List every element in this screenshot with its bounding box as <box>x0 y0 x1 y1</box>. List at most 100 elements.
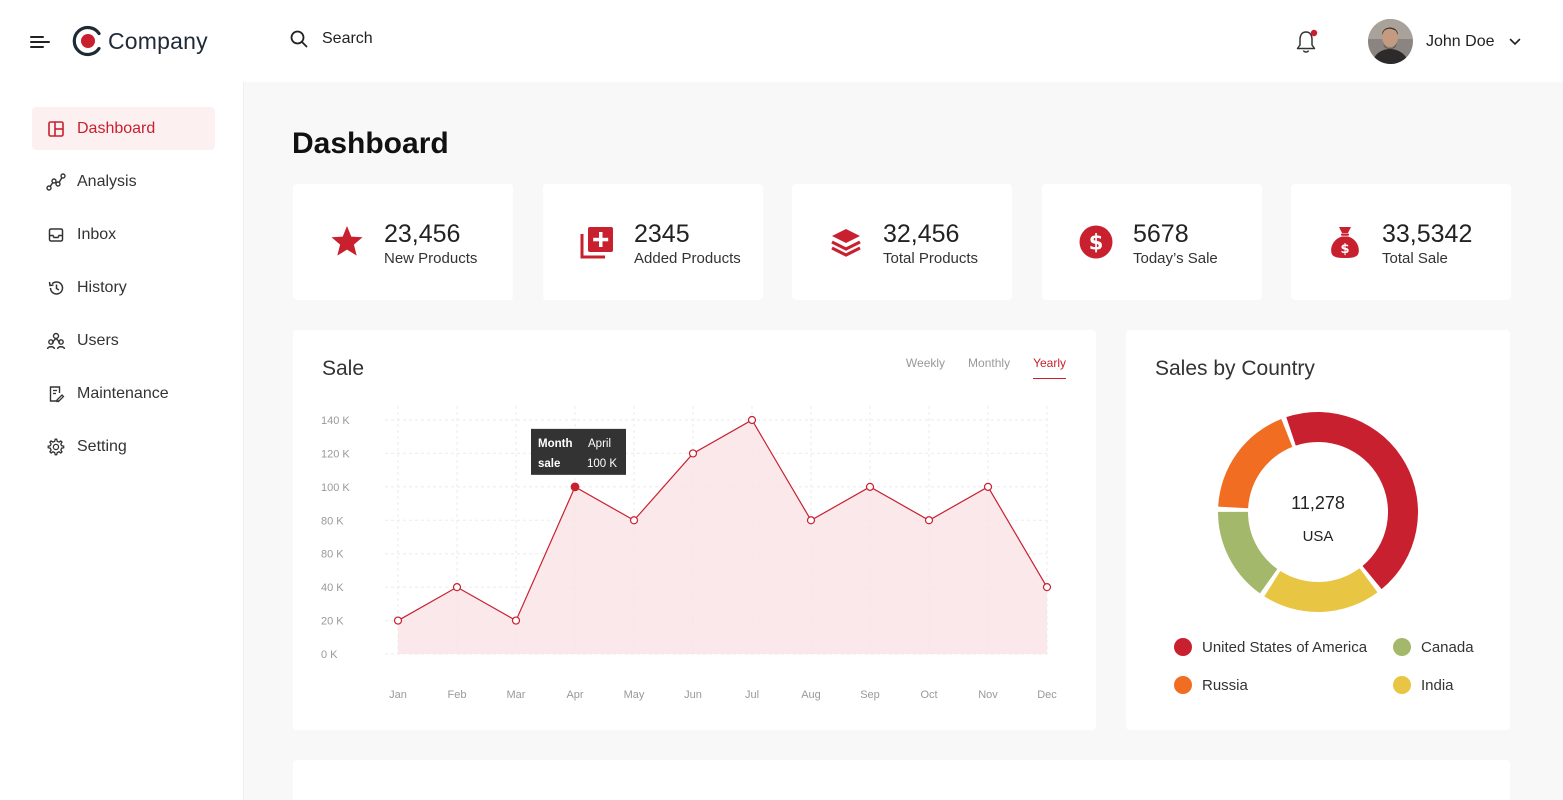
x-tick-label: Jul <box>745 689 759 701</box>
sidebar-item-setting[interactable]: Setting <box>32 425 215 468</box>
sidebar-item-history[interactable]: History <box>32 266 215 309</box>
stat-card-todays-sale[interactable]: $ 5678 Today’s Sale <box>1042 184 1262 300</box>
y-tick-label: 40 K <box>321 582 344 594</box>
search-input[interactable]: Search <box>322 30 373 48</box>
data-point <box>747 415 757 425</box>
legend-label: Canada <box>1421 638 1474 656</box>
page-title: Dashboard <box>292 127 449 160</box>
data-point <box>865 482 875 491</box>
chevron-down-icon[interactable] <box>1509 38 1521 46</box>
data-point <box>393 616 403 625</box>
country-chart-title: Sales by Country <box>1155 357 1315 380</box>
analysis-icon <box>46 172 66 192</box>
x-tick-label: Aug <box>801 689 821 701</box>
legend-item-india[interactable]: India <box>1393 676 1454 694</box>
add-box-icon <box>577 222 617 262</box>
svg-text:$: $ <box>1089 231 1104 255</box>
y-tick-label: 80 K <box>321 515 344 527</box>
sidebar-item-label: Inbox <box>77 225 117 243</box>
tab-monthly[interactable]: Monthly <box>968 356 1010 379</box>
y-tick-label: 20 K <box>321 616 344 628</box>
data-point <box>806 516 816 525</box>
x-tick-label: Nov <box>978 689 998 701</box>
star-icon <box>327 222 367 262</box>
user-menu[interactable]: John Doe <box>1368 19 1521 64</box>
sidebar-item-users[interactable]: Users <box>32 319 215 362</box>
legend-item-russia[interactable]: Russia <box>1174 676 1248 694</box>
notification-bell-icon[interactable] <box>1294 28 1320 56</box>
menu-toggle-icon[interactable] <box>30 36 50 48</box>
sidebar-item-label: Users <box>77 331 119 349</box>
x-tick-label: May <box>624 689 645 701</box>
legend-dot <box>1393 638 1411 656</box>
stat-label: Added Products <box>634 250 741 267</box>
sidebar-item-label: Maintenance <box>77 384 169 402</box>
search-box[interactable]: Search <box>290 30 373 48</box>
stat-card-total-sale[interactable]: $ 33,5342 Total Sale <box>1291 184 1511 300</box>
sidebar-item-label: Setting <box>77 437 127 455</box>
search-icon <box>290 30 308 48</box>
stat-card-total-products[interactable]: 32,456 Total Products <box>792 184 1012 300</box>
data-point <box>688 449 698 458</box>
x-tick-label: Feb <box>448 689 467 701</box>
notification-dot <box>1310 29 1318 37</box>
x-tick-label: Dec <box>1037 689 1057 701</box>
donut-center-value: 11,278 <box>1291 493 1345 513</box>
stat-card-new-products[interactable]: 23,456 New Products <box>293 184 513 300</box>
data-point <box>452 583 462 592</box>
y-tick-label: 120 K <box>321 448 350 460</box>
company-logo[interactable]: Company <box>72 24 208 58</box>
avatar <box>1368 19 1413 64</box>
history-icon <box>46 278 66 298</box>
donut-slice <box>1264 568 1378 612</box>
stat-value: 2345 <box>634 220 690 248</box>
svg-text:$: $ <box>1340 242 1349 257</box>
tooltip-month-label: Month <box>538 438 572 450</box>
company-name: Company <box>108 27 208 54</box>
data-point <box>629 516 639 525</box>
x-tick-label: Jan <box>389 689 407 701</box>
donut-slice <box>1218 511 1278 594</box>
legend-label: Russia <box>1202 676 1248 694</box>
range-tabs: Weekly Monthly Yearly <box>883 356 1066 379</box>
sale-area-fill <box>398 420 1047 654</box>
donut-center-label: USA <box>1302 528 1334 545</box>
stat-card-added-products[interactable]: 2345 Added Products <box>543 184 763 300</box>
legend-dot <box>1174 676 1192 694</box>
sale-chart-title: Sale <box>322 357 365 380</box>
legend-item-usa[interactable]: United States of America <box>1174 638 1367 656</box>
stat-value: 32,456 <box>883 220 960 248</box>
data-point <box>1042 583 1052 592</box>
users-icon <box>46 331 66 351</box>
maintenance-icon <box>46 384 66 404</box>
sidebar-item-inbox[interactable]: Inbox <box>32 213 215 256</box>
data-point <box>983 482 993 491</box>
x-tick-label: Apr <box>566 689 583 701</box>
y-tick-label: 80 K <box>321 549 344 561</box>
main-content: Dashboard 23,456 New Products 2345 Added… <box>244 82 1563 800</box>
layers-icon <box>826 222 866 262</box>
stat-label: New Products <box>384 250 478 267</box>
sidebar-item-label: Analysis <box>77 172 137 190</box>
tab-yearly[interactable]: Yearly <box>1033 356 1066 379</box>
tooltip-month-value: April <box>588 438 611 450</box>
sales-by-country-card: Sales by Country 11,278 USA United State… <box>1126 330 1510 730</box>
money-bag-icon: $ <box>1325 222 1365 262</box>
data-point <box>511 616 521 625</box>
inbox-icon <box>46 225 66 245</box>
sidebar-item-label: History <box>77 278 127 296</box>
stat-value: 5678 <box>1133 220 1189 248</box>
y-tick-label: 140 K <box>321 415 350 427</box>
legend-item-canada[interactable]: Canada <box>1393 638 1474 656</box>
sidebar-item-dashboard[interactable]: Dashboard <box>32 107 215 150</box>
sidebar-item-maintenance[interactable]: Maintenance <box>32 372 215 415</box>
x-tick-label: Sep <box>860 689 880 701</box>
x-tick-label: Mar <box>507 689 526 701</box>
sale-area-chart: 0 K 20 K 40 K 80 K 80 K 100 K 120 K 140 K Jan Feb… <box>321 406 1057 701</box>
dollar-icon: $ <box>1076 222 1116 262</box>
x-tick-label: Jun <box>684 689 702 701</box>
sidebar-item-analysis[interactable]: Analysis <box>32 160 215 203</box>
x-tick-label: Oct <box>920 689 937 701</box>
tab-weekly[interactable]: Weekly <box>906 356 945 379</box>
y-tick-label: 0 K <box>321 649 338 661</box>
